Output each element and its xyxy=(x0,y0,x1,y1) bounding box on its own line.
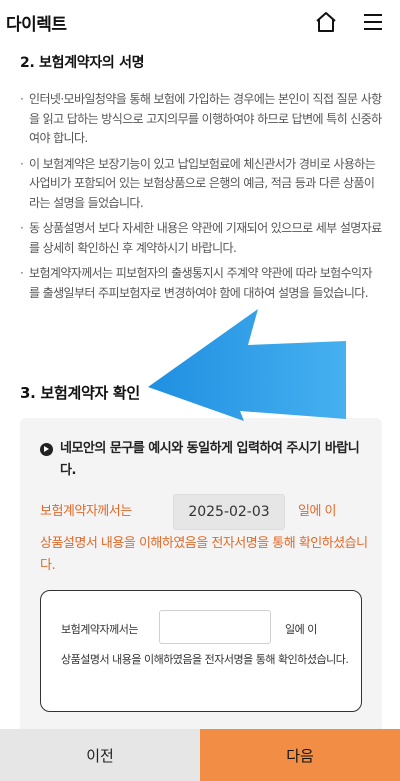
signature-input-box: 보험계약자께서는 일에 이 상품설명서 내용을 이해하였음을 전자서명을 통해 … xyxy=(40,590,362,712)
instruction-text: 네모안의 문구를 예시와 동일하게 입력하여 주시기 바랍니다. xyxy=(60,441,360,478)
confirmation-box: 네모안의 문구를 예시와 동일하게 입력하여 주시기 바랍니다. 보험계약자께서… xyxy=(20,418,382,738)
left-arrow-icon xyxy=(140,307,352,423)
example-suffix: 일에 이 xyxy=(298,504,337,519)
example-rest: 상품설명서 내용을 이해하였음을 전자서명을 통해 확인하셨습니다. xyxy=(40,536,368,573)
list-item: · 인터넷·모바일청약을 통해 보험에 가입하는 경우에는 본인이 직접 질문 사… xyxy=(20,92,382,145)
input-suffix: 일에 이 xyxy=(285,623,317,636)
menu-icon[interactable] xyxy=(360,11,386,33)
list-item: · 이 보험계약은 보장기능이 있고 납입보험료에 체신관서가 경비로 사용하는 … xyxy=(20,156,376,210)
date-input[interactable] xyxy=(159,610,271,644)
app-title: 다이렉트 xyxy=(6,15,67,35)
signature-notice-list: · 인터넷·모바일청약을 통해 보험에 가입하는 경우에는 본인이 직접 질문 사… xyxy=(20,90,382,309)
section3-title: 3. 보험계약자 확인 xyxy=(20,384,140,402)
home-icon[interactable] xyxy=(312,9,340,35)
bottom-nav: 이전 다음 xyxy=(0,729,400,781)
list-item: · 보험계약자께서는 피보험자의 출생통지시 주계약 약관에 따라 보험수익자를 … xyxy=(20,266,373,300)
play-circle-icon xyxy=(40,443,53,456)
prev-button[interactable]: 이전 xyxy=(0,729,200,781)
example-prefix: 보험계약자께서는 xyxy=(40,504,132,519)
input-prefix: 보험계약자께서는 xyxy=(61,623,138,636)
example-date: 2025-02-03 xyxy=(173,494,285,530)
input-instruction: 네모안의 문구를 예시와 동일하게 입력하여 주시기 바랍니다. xyxy=(40,438,360,482)
next-button[interactable]: 다음 xyxy=(200,729,400,781)
app-header: 다이렉트 xyxy=(0,0,400,44)
example-sentence: 보험계약자께서는 2025-02-03 일에 이 상품설명서 내용을 이해하였음… xyxy=(40,494,370,577)
section2-title: 2. 보험계약자의 서명 xyxy=(20,55,145,71)
list-item: · 동 상품설명서 보다 자세한 내용은 약관에 기재되어 있으므로 세부 설명자… xyxy=(20,221,382,255)
input-rest: 상품설명서 내용을 이해하였음을 전자서명을 통해 확인하셨습니다. xyxy=(61,653,349,666)
